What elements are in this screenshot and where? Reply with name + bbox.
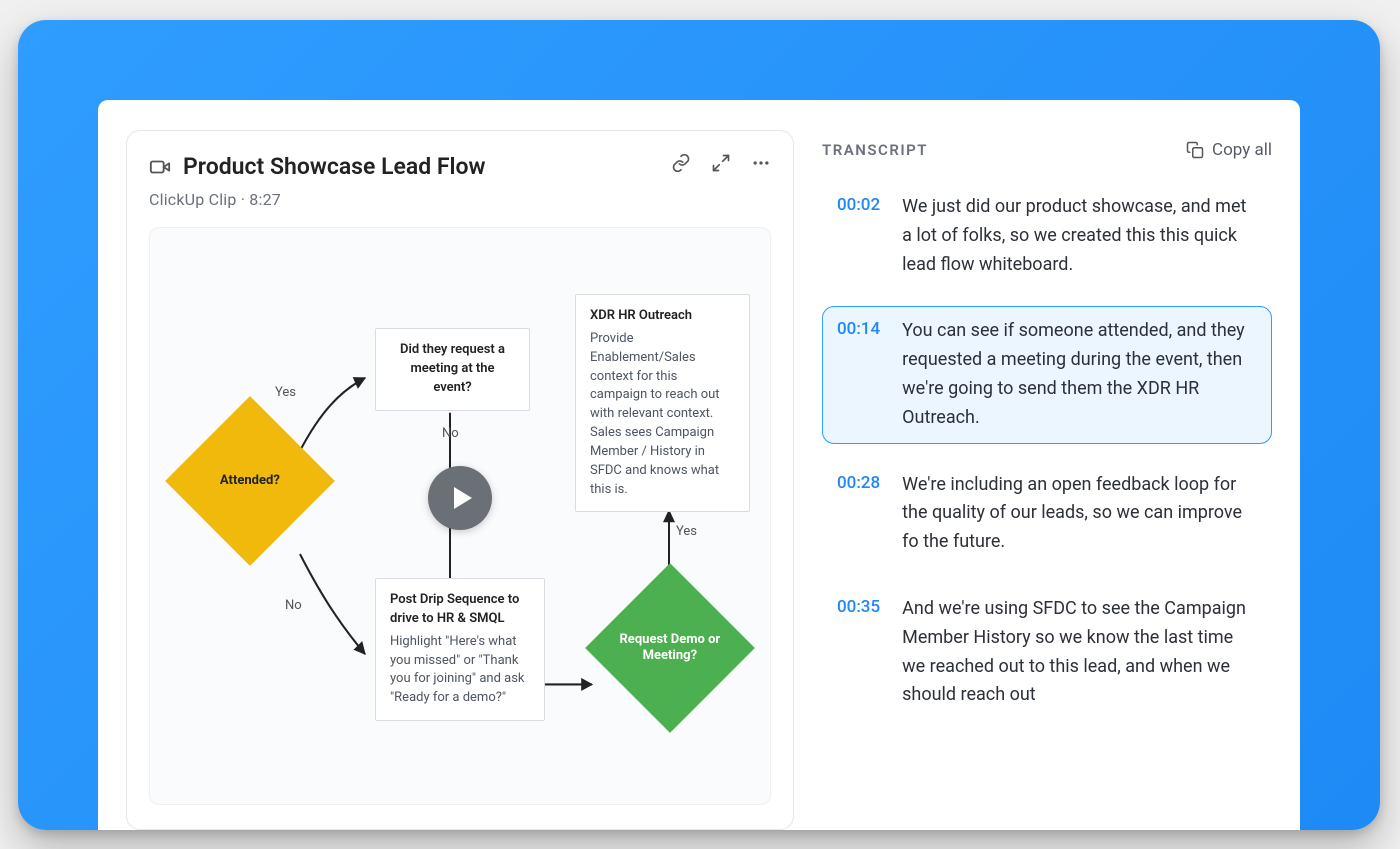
video-title: Product Showcase Lead Flow	[183, 153, 486, 180]
link-icon[interactable]	[671, 153, 691, 173]
copy-all-label: Copy all	[1212, 140, 1272, 160]
copy-all-button[interactable]: Copy all	[1186, 140, 1272, 160]
copy-icon	[1186, 141, 1204, 159]
transcript-time: 00:14	[837, 317, 880, 432]
transcript-text: We just did our product showcase, and me…	[902, 193, 1257, 279]
video-header: Product Showcase Lead Flow	[149, 153, 771, 180]
flow-node-xdr: XDR HR Outreach Provide Enablement/Sales…	[575, 294, 750, 512]
video-preview: Yes No No Yes Attended? Did they request…	[149, 227, 771, 805]
video-subtitle: ClickUp Clip · 8:27	[149, 190, 771, 209]
video-camera-icon	[149, 156, 171, 178]
transcript-item[interactable]: 00:14 You can see if someone attended, an…	[822, 306, 1272, 443]
device-frame: Product Showcase Lead Flow	[18, 20, 1380, 830]
expand-icon[interactable]	[711, 153, 731, 173]
transcript-time: 00:02	[837, 193, 880, 279]
fade-overlay	[822, 740, 1272, 830]
edge-label-no-1: No	[285, 598, 302, 613]
transcript-item[interactable]: 00:28 We're including an open feedback lo…	[822, 460, 1272, 568]
app-window: Product Showcase Lead Flow	[98, 100, 1300, 830]
transcript-item[interactable]: 00:35 And we're using SFDC to see the Cam…	[822, 584, 1272, 721]
edge-label-yes-1: Yes	[275, 385, 296, 400]
flow-node-drip: Post Drip Sequence to drive to HR & SMQL…	[375, 578, 545, 721]
transcript-time: 00:28	[837, 471, 880, 557]
transcript-text: We're including an open feedback loop fo…	[902, 471, 1257, 557]
edge-label-yes-2: Yes	[676, 524, 697, 539]
play-button[interactable]	[428, 466, 492, 530]
video-card: Product Showcase Lead Flow	[126, 130, 794, 830]
transcript-item[interactable]: 00:02 We just did our product showcase, a…	[822, 182, 1272, 290]
transcript-list: 00:02 We just did our product showcase, a…	[822, 182, 1272, 830]
edge-label-no-2: No	[442, 426, 459, 441]
flow-node-meeting-question: Did they request a meeting at the event?	[375, 328, 530, 411]
transcript-panel: TRANSCRIPT Copy all 00:02 We just did our…	[822, 130, 1272, 830]
transcript-heading: TRANSCRIPT	[822, 141, 928, 159]
transcript-time: 00:35	[837, 595, 880, 710]
more-icon[interactable]	[751, 153, 771, 173]
transcript-text: And we're using SFDC to see the Campaign…	[902, 595, 1257, 710]
transcript-text: You can see if someone attended, and the…	[902, 317, 1257, 432]
